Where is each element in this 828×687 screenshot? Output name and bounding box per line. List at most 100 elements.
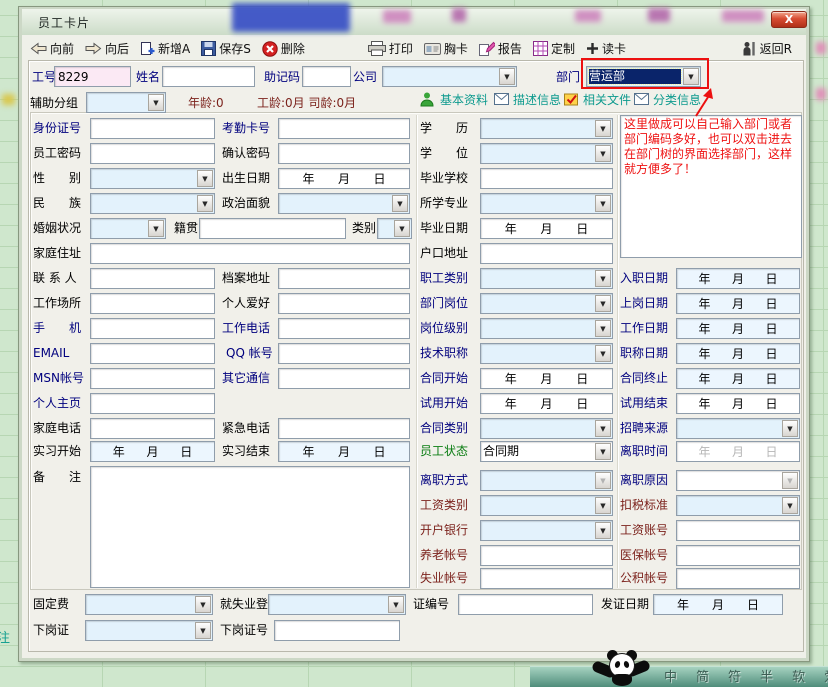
delete-button[interactable]: 删除 bbox=[262, 40, 305, 57]
fixed-fee-dropdown[interactable]: ▼ bbox=[85, 594, 213, 615]
join-date-label: 入职日期 bbox=[620, 271, 668, 285]
politics-dropdown[interactable]: ▼ bbox=[278, 193, 410, 214]
contact-input[interactable] bbox=[90, 268, 215, 289]
ime-punct-button[interactable]: 符 bbox=[728, 671, 741, 684]
panda-ime-icon[interactable] bbox=[592, 650, 654, 687]
ime-toolbar: 中 简 符 半 软 爱 bbox=[530, 666, 828, 687]
work-date-field[interactable]: 年月日 bbox=[676, 318, 800, 339]
intern-start-date[interactable]: 年月日 bbox=[90, 441, 215, 462]
laidoff-cert-dropdown[interactable]: ▼ bbox=[85, 620, 213, 641]
onduty-date-field[interactable]: 年月日 bbox=[676, 293, 800, 314]
fund-acct-input[interactable] bbox=[676, 568, 800, 589]
dropdown-arrow-icon: ▼ bbox=[195, 622, 211, 639]
salary-acct-input[interactable] bbox=[676, 520, 800, 541]
msn-input[interactable] bbox=[90, 368, 215, 389]
laidoff-no-input[interactable] bbox=[274, 620, 400, 641]
aux-group-dropdown[interactable]: ▼ bbox=[86, 92, 166, 113]
ime-softkeyboard-button[interactable]: 软 bbox=[792, 671, 805, 684]
home-addr-input[interactable] bbox=[90, 243, 410, 264]
native-place-input[interactable] bbox=[199, 218, 346, 239]
edu-dropdown[interactable]: ▼ bbox=[480, 118, 613, 139]
emergency-phone-input[interactable] bbox=[278, 418, 410, 439]
customize-button[interactable]: 定制 bbox=[533, 40, 575, 57]
ime-lang-button[interactable]: 中 bbox=[664, 671, 677, 684]
category-dropdown[interactable]: ▼ bbox=[377, 218, 412, 239]
ethnic-dropdown[interactable]: ▼ bbox=[90, 193, 215, 214]
trial-end-date[interactable]: 年月日 bbox=[676, 393, 800, 414]
emp-pwd-input[interactable] bbox=[90, 143, 215, 164]
medical-acct-input[interactable] bbox=[676, 545, 800, 566]
dropdown-arrow-icon: ▼ bbox=[392, 195, 408, 212]
qq-input[interactable] bbox=[278, 343, 410, 364]
close-button[interactable]: X bbox=[771, 11, 807, 28]
workplace-input[interactable] bbox=[90, 293, 215, 314]
cert-date-field[interactable]: 年月日 bbox=[653, 594, 783, 615]
contract-end-date[interactable]: 年月日 bbox=[676, 368, 800, 389]
nav-back-button[interactable]: 向前 bbox=[30, 40, 74, 57]
tab-related-files[interactable]: 相关文件 bbox=[564, 90, 631, 108]
trial-start-date[interactable]: 年月日 bbox=[480, 393, 613, 414]
ime-extra-button[interactable]: 爱 bbox=[824, 671, 828, 684]
cert-no-input[interactable] bbox=[458, 594, 593, 615]
pension-acct-label: 养老帐号 bbox=[420, 548, 468, 562]
mobile-label: 手 机 bbox=[33, 321, 81, 335]
window-titlebar[interactable] bbox=[22, 9, 806, 35]
badge-button[interactable]: 胸卡 bbox=[424, 40, 468, 57]
contract-type-dropdown[interactable]: ▼ bbox=[480, 418, 613, 439]
tab-description-info[interactable]: 描述信息 bbox=[494, 90, 561, 108]
degree-dropdown[interactable]: ▼ bbox=[480, 143, 613, 164]
unemploy-reg-dropdown[interactable]: ▼ bbox=[268, 594, 406, 615]
unemploy-acct-input[interactable] bbox=[480, 568, 613, 589]
birth-date-field[interactable]: 年月日 bbox=[278, 168, 410, 189]
email-input[interactable] bbox=[90, 343, 215, 364]
homepage-input[interactable] bbox=[90, 393, 215, 414]
other-comm-input[interactable] bbox=[278, 368, 410, 389]
report-button[interactable]: 报告 bbox=[479, 40, 522, 57]
tax-std-dropdown[interactable]: ▼ bbox=[676, 495, 800, 516]
archive-addr-input[interactable] bbox=[278, 268, 410, 289]
bank-dropdown[interactable]: ▼ bbox=[480, 520, 613, 541]
hobby-input[interactable] bbox=[278, 293, 410, 314]
print-button[interactable]: 打印 bbox=[368, 40, 413, 57]
tech-title-dropdown[interactable]: ▼ bbox=[480, 343, 613, 364]
major-dropdown[interactable]: ▼ bbox=[480, 193, 613, 214]
hukou-input[interactable] bbox=[480, 243, 613, 264]
confirm-pwd-input[interactable] bbox=[278, 143, 410, 164]
school-input[interactable] bbox=[480, 168, 613, 189]
work-phone-input[interactable] bbox=[278, 318, 410, 339]
ime-simplified-button[interactable]: 简 bbox=[696, 671, 709, 684]
marital-label: 婚姻状况 bbox=[33, 221, 81, 235]
emp-status-dropdown[interactable]: 合同期▼ bbox=[480, 441, 613, 462]
ime-halfwidth-button[interactable]: 半 bbox=[760, 671, 773, 684]
age-text: 年龄:0 bbox=[188, 96, 224, 110]
title-date-field[interactable]: 年月日 bbox=[676, 343, 800, 364]
grid-customize-icon bbox=[533, 41, 548, 56]
id-card-input[interactable] bbox=[90, 118, 215, 139]
read-card-button[interactable]: 读卡 bbox=[586, 40, 626, 57]
dept-post-dropdown[interactable]: ▼ bbox=[480, 293, 613, 314]
new-record-button[interactable]: 新增A bbox=[140, 40, 190, 57]
intern-end-date[interactable]: 年月日 bbox=[278, 441, 410, 462]
mobile-input[interactable] bbox=[90, 318, 215, 339]
salary-cat-dropdown[interactable]: ▼ bbox=[480, 495, 613, 516]
remark-textarea[interactable] bbox=[90, 466, 410, 588]
home-phone-input[interactable] bbox=[90, 418, 215, 439]
grad-date-field[interactable]: 年月日 bbox=[480, 218, 613, 239]
pension-acct-input[interactable] bbox=[480, 545, 613, 566]
tab-basic-info[interactable]: 基本资料 bbox=[420, 90, 488, 108]
nav-forward-button[interactable]: 向后 bbox=[85, 40, 129, 57]
post-level-dropdown[interactable]: ▼ bbox=[480, 318, 613, 339]
attend-card-input[interactable] bbox=[278, 118, 410, 139]
join-date-field[interactable]: 年月日 bbox=[676, 268, 800, 289]
save-button[interactable]: 保存S bbox=[201, 40, 251, 57]
emp-no-input[interactable] bbox=[54, 66, 131, 87]
mnemonic-input[interactable] bbox=[302, 66, 351, 87]
recruit-src-dropdown[interactable]: ▼ bbox=[676, 418, 800, 439]
company-dropdown[interactable]: ▼ bbox=[382, 66, 517, 87]
marital-dropdown[interactable]: ▼ bbox=[90, 218, 166, 239]
contract-start-date[interactable]: 年月日 bbox=[480, 368, 613, 389]
emp-cat-dropdown[interactable]: ▼ bbox=[480, 268, 613, 289]
name-input[interactable] bbox=[162, 66, 255, 87]
gender-dropdown[interactable]: ▼ bbox=[90, 168, 215, 189]
return-button[interactable]: 返回R bbox=[742, 40, 792, 57]
